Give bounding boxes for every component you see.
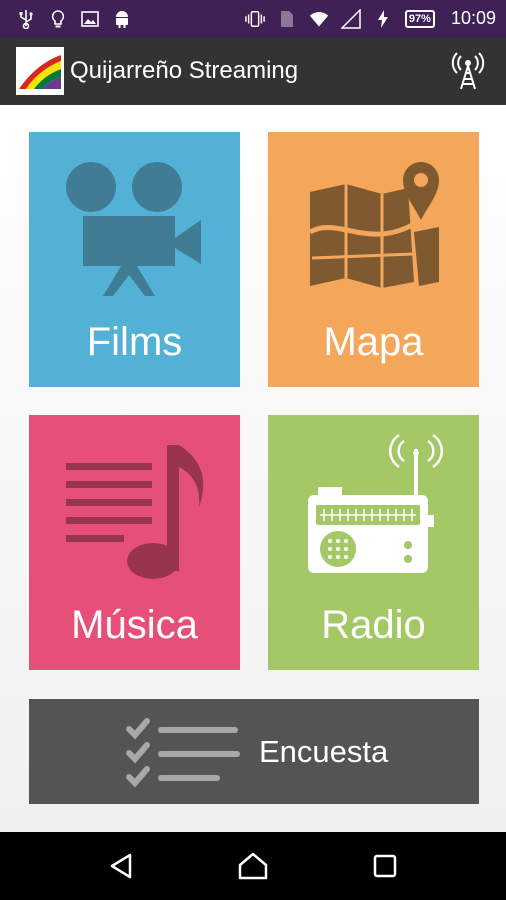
sim-icon bbox=[277, 9, 297, 29]
map-pin-icon bbox=[308, 162, 439, 288]
films-label: Films bbox=[86, 320, 183, 364]
status-bar: 97% 10:09 bbox=[0, 0, 506, 37]
films-tile[interactable]: Films bbox=[29, 132, 240, 387]
radio-tower-icon[interactable] bbox=[444, 47, 492, 95]
status-time: 10:09 bbox=[450, 8, 496, 28]
wifi-icon bbox=[309, 9, 329, 29]
radio-icon bbox=[308, 433, 443, 573]
signal-icon bbox=[340, 8, 361, 29]
image-icon bbox=[80, 9, 100, 29]
checklist-icon bbox=[126, 717, 240, 787]
android-icon bbox=[112, 9, 132, 29]
status-system: 97% 10:09 bbox=[245, 8, 496, 29]
radio-label: Radio bbox=[321, 603, 426, 647]
mapa-label: Mapa bbox=[323, 320, 424, 364]
musica-label: Música bbox=[71, 603, 198, 647]
music-note-icon bbox=[66, 445, 204, 579]
navigation-bar bbox=[0, 832, 506, 900]
mapa-tile[interactable]: Mapa bbox=[268, 132, 479, 387]
home-icon[interactable] bbox=[228, 841, 278, 891]
musica-tile[interactable]: Música bbox=[29, 415, 240, 670]
radio-tile[interactable]: Radio bbox=[268, 415, 479, 670]
vibrate-icon bbox=[245, 9, 265, 29]
recents-icon[interactable] bbox=[360, 841, 410, 891]
usb-icon bbox=[16, 9, 36, 29]
app-title: Quijarreño Streaming bbox=[70, 57, 299, 84]
status-notifications bbox=[16, 9, 132, 29]
app-logo bbox=[16, 47, 64, 95]
encuesta-label: Encuesta bbox=[259, 733, 389, 769]
charging-icon bbox=[373, 9, 393, 29]
main-content: Films Mapa Música Radio Encuesta bbox=[0, 105, 506, 832]
app-bar: Quijarreño Streaming bbox=[0, 37, 506, 105]
battery-icon: 97% bbox=[404, 9, 435, 28]
back-icon[interactable] bbox=[96, 841, 146, 891]
encuesta-button[interactable]: Encuesta bbox=[29, 699, 479, 804]
bulb-icon bbox=[48, 9, 68, 29]
movie-camera-icon bbox=[66, 162, 201, 296]
